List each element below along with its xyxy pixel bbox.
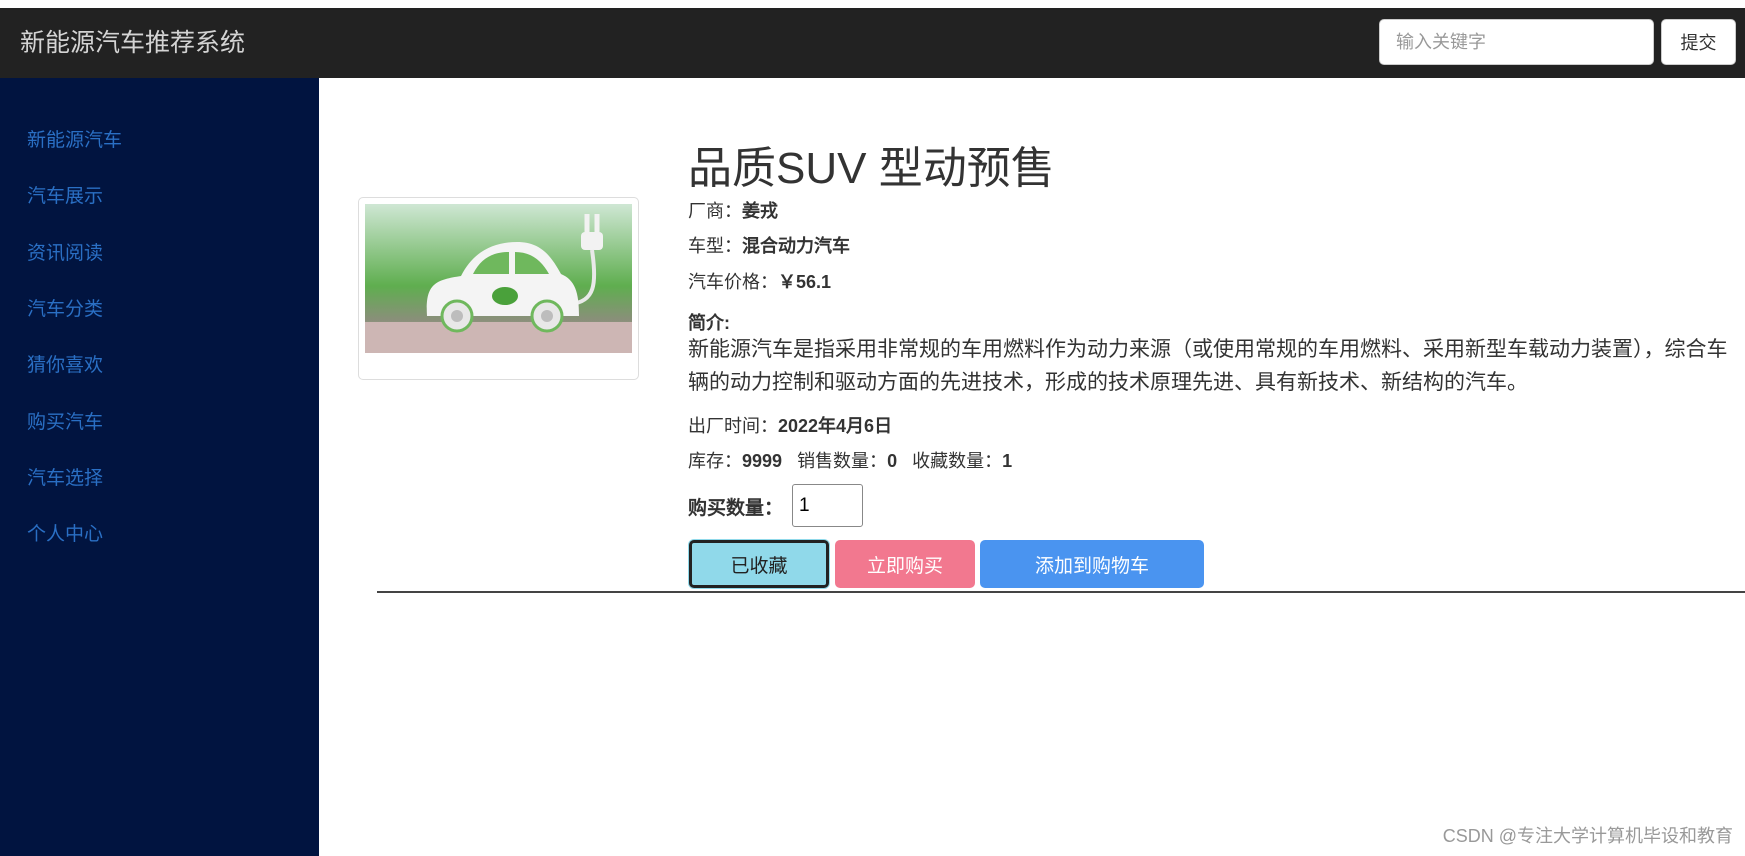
search-input[interactable] [1379, 19, 1654, 65]
sold-value: 0 [887, 451, 898, 471]
type-row: 车型：混合动力汽车 [688, 232, 850, 258]
sidebar-item-profile[interactable]: 个人中心 [27, 519, 103, 546]
stock-label: 库存： [688, 451, 742, 471]
sidebar-item-categories[interactable]: 汽车分类 [27, 294, 103, 321]
sidebar: 新能源汽车 汽车展示 资讯阅读 汽车分类 猜你喜欢 购买汽车 汽车选择 个人中心 [0, 78, 319, 856]
sidebar-item-recommend[interactable]: 猜你喜欢 [27, 350, 103, 377]
watermark: CSDN @专注大学计算机毕设和教育 [1442, 826, 1733, 846]
sidebar-item-news[interactable]: 资讯阅读 [27, 238, 103, 265]
fav-count-label: 收藏数量： [912, 451, 1003, 471]
electric-car-illustration [365, 204, 632, 353]
sidebar-item-car-showcase[interactable]: 汽车展示 [27, 181, 103, 208]
price-label: 汽车价格： [688, 272, 778, 292]
vendor-value: 姜戎 [742, 201, 778, 221]
product-description: 新能源汽车是指采用非常规的车用燃料作为动力来源（或使用常规的车用燃料、采用新型车… [688, 338, 1728, 394]
vendor-label: 厂商： [688, 201, 742, 221]
vendor-row: 厂商：姜戎 [688, 197, 778, 223]
top-navbar: 新能源汽车推荐系统 提交 [0, 8, 1745, 78]
stock-value: 9999 [742, 451, 783, 471]
fav-count-value: 1 [1002, 451, 1013, 471]
quantity-input[interactable] [792, 484, 863, 527]
release-value: 2022年4月6日 [778, 416, 893, 436]
stock-row: 库存：9999 销售数量：0 收藏数量：1 [688, 447, 1012, 473]
sidebar-item-new-energy[interactable]: 新能源汽车 [27, 125, 122, 152]
release-row: 出厂时间：2022年4月6日 [688, 412, 892, 438]
price-row: 汽车价格：￥56.1 [688, 268, 831, 294]
product-title: 品质SUV 型动预售 [688, 144, 1055, 193]
sold-label: 销售数量： [797, 451, 888, 471]
buy-now-button[interactable]: 立即购买 [835, 540, 975, 588]
product-image [358, 197, 639, 380]
sidebar-item-car-select[interactable]: 汽车选择 [27, 463, 103, 490]
type-label: 车型： [688, 236, 742, 256]
sidebar-item-buy-car[interactable]: 购买汽车 [27, 407, 103, 434]
add-to-cart-button[interactable]: 添加到购物车 [980, 540, 1204, 588]
brand-title[interactable]: 新能源汽车推荐系统 [20, 8, 245, 78]
submit-button[interactable]: 提交 [1661, 19, 1736, 65]
top-strip [0, 0, 1745, 8]
quantity-label: 购买数量： [688, 498, 784, 519]
favorited-button[interactable]: 已收藏 [689, 540, 829, 588]
release-label: 出厂时间： [688, 416, 778, 436]
content-divider [377, 591, 1745, 593]
intro-label: 简介: [688, 313, 730, 333]
price-value: ￥56.1 [778, 272, 832, 292]
type-value: 混合动力汽车 [742, 236, 850, 256]
